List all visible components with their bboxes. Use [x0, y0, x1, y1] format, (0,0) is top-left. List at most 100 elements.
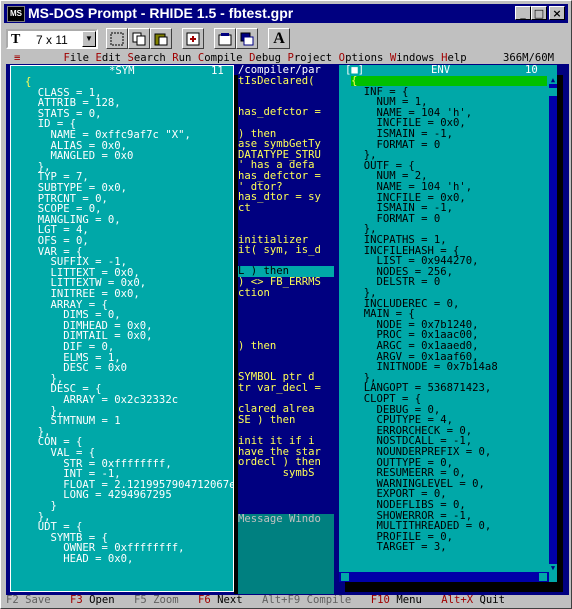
code-line: has_defctor =	[238, 106, 321, 119]
copy-icon	[132, 32, 146, 46]
sym-window-number: 11	[211, 65, 224, 77]
env-window-header: [■] ENV 10	[339, 65, 557, 76]
scroll-down-icon[interactable]: ▼	[549, 564, 557, 572]
code-line: init it if i	[238, 435, 315, 447]
scroll-left-icon[interactable]	[341, 573, 349, 581]
code-line: ) <> FB_ERRMS	[238, 276, 321, 288]
code-line: has_defctor =	[238, 170, 321, 182]
scroll-thumb[interactable]	[549, 88, 557, 96]
selected-line-highlight	[351, 76, 547, 86]
status-label: Quit	[473, 594, 505, 606]
code-line: NAME = 0xffc9af7c "X",	[25, 129, 191, 141]
code-line: SE ) then	[238, 413, 296, 426]
status-bar: F2 Save F3 Open F5 Zoom F6 Next Alt+F9 Compi…	[6, 595, 569, 606]
properties-button[interactable]	[214, 28, 236, 49]
menu-label: roject	[293, 53, 333, 64]
window-shadow	[557, 75, 563, 592]
menu-label: ile	[69, 53, 89, 64]
truetype-icon: T	[11, 32, 21, 47]
paste-button[interactable]	[150, 28, 172, 49]
window-shadow	[345, 582, 563, 592]
menu-debug[interactable]: Debug	[249, 53, 281, 64]
status-label: Save	[18, 594, 51, 606]
menu-run[interactable]: Run	[172, 53, 191, 64]
vertical-scrollbar[interactable]: ▲ ▼	[549, 76, 557, 572]
status-label: Menu	[389, 594, 422, 606]
code-line: TARGET = 3,	[351, 541, 447, 554]
code-line: ARGC = 0x1aaed0,	[351, 340, 479, 352]
status-quit-button[interactable]: Alt+X Quit	[441, 595, 505, 606]
code-line: ) then	[238, 339, 277, 352]
horizontal-scrollbar[interactable]	[339, 572, 549, 582]
code-line: NAME = 104 'h',	[351, 181, 473, 193]
background-button[interactable]	[236, 28, 258, 49]
code-line: ISMAIN = -1,	[351, 128, 454, 140]
menu-label: ompile	[204, 53, 243, 64]
menu-compile[interactable]: Compile	[198, 53, 243, 64]
background-icon	[240, 32, 254, 46]
scroll-right-icon[interactable]	[539, 573, 547, 581]
code-line: },	[351, 287, 377, 299]
chevron-down-icon[interactable]: ▼	[82, 31, 96, 47]
status-key: F2	[6, 594, 19, 606]
sym-window-title: *SYM	[109, 65, 135, 77]
code-line: it( sym, is_d	[238, 244, 321, 257]
window-shadow	[234, 75, 238, 594]
editor-window[interactable]: /compiler/par tIsDeclared(has_defctor =)…	[238, 65, 334, 525]
status-key: Alt+F9	[262, 594, 301, 606]
status-zoom-button[interactable]: F5 Zoom	[134, 595, 179, 606]
status-label: Zoom	[146, 594, 179, 606]
code-line: {	[351, 76, 358, 87]
system-menu[interactable]: ≡	[14, 53, 20, 64]
mark-button[interactable]	[106, 28, 128, 49]
menu-label: earch	[133, 53, 166, 64]
env-close-button[interactable]: [■]	[345, 65, 364, 76]
menu-options[interactable]: Options	[339, 53, 384, 64]
status-key: Alt+X	[441, 594, 474, 606]
font-button[interactable]: A	[268, 28, 290, 49]
code-line: INITREE = 0x0,	[25, 288, 140, 300]
minimize-button[interactable]: _	[515, 6, 531, 20]
message-window-title: Message Windo	[238, 514, 321, 525]
dos-screen[interactable]: ≡ File Edit Search Run Compile Debug Project Op…	[6, 53, 569, 606]
status-next-button[interactable]: F6 Next	[198, 595, 243, 606]
menu-search[interactable]: Search	[127, 53, 165, 64]
code-line: tr var_decl =	[238, 382, 321, 394]
menu-file[interactable]: File	[63, 53, 89, 64]
scroll-up-icon[interactable]: ▲	[549, 76, 557, 84]
code-line: INCPATHS = 1,	[351, 234, 447, 246]
status-save-button[interactable]: F2 Save	[6, 595, 51, 606]
message-window[interactable]: Message Windo	[238, 514, 334, 594]
properties-icon	[218, 33, 232, 46]
menu-project[interactable]: Project	[287, 53, 332, 64]
status-compile-button[interactable]: Alt+F9 Compile	[262, 595, 351, 606]
menu-windows[interactable]: Windows	[390, 53, 435, 64]
status-key: F10	[370, 594, 390, 606]
maximize-button[interactable]: □	[531, 6, 547, 20]
close-button[interactable]: ×	[549, 6, 565, 20]
mark-icon	[110, 32, 124, 46]
msdos-icon[interactable]: MS	[7, 6, 25, 22]
sym-watch-window[interactable]: *SYM 11 { CLASS = 1, ATTRIB = 128, STATS…	[10, 65, 234, 592]
title-bar[interactable]: MS MS-DOS Prompt - RHIDE 1.5 - fbtest.gp…	[4, 4, 568, 23]
status-open-button[interactable]: F3 Open	[70, 595, 115, 606]
menu-help[interactable]: Help	[441, 53, 467, 64]
code-line: tIsDeclared(	[238, 74, 315, 87]
menu-label: elp	[447, 53, 467, 64]
fullscreen-button[interactable]	[182, 28, 204, 49]
menu-label: dit	[101, 53, 121, 64]
code-line: HEAD = 0x0,	[25, 553, 134, 565]
menu-edit[interactable]: Edit	[95, 53, 121, 64]
memory-indicator: 366M/60M	[503, 53, 555, 64]
env-content: { INF = { NUM = 1, NAME = 104 'h', INCFI…	[351, 76, 547, 572]
status-key: F5	[134, 594, 147, 606]
env-watch-window[interactable]: [■] ENV 10 { INF = { NUM = 1, NAME = 104…	[339, 65, 557, 582]
font-size-select[interactable]: T 7 x 11 ▼	[6, 29, 98, 49]
status-menu-button[interactable]: F10 Menu	[371, 595, 422, 606]
copy-button[interactable]	[128, 28, 150, 49]
env-window-number: 10	[525, 65, 538, 76]
sym-content: { CLASS = 1, ATTRIB = 128, STATS = 0, ID…	[25, 77, 233, 591]
code-line: }	[25, 500, 57, 512]
dos-window-frame: MS MS-DOS Prompt - RHIDE 1.5 - fbtest.gp…	[0, 0, 572, 609]
window-title: MS-DOS Prompt - RHIDE 1.5 - fbtest.gpr	[28, 5, 294, 21]
